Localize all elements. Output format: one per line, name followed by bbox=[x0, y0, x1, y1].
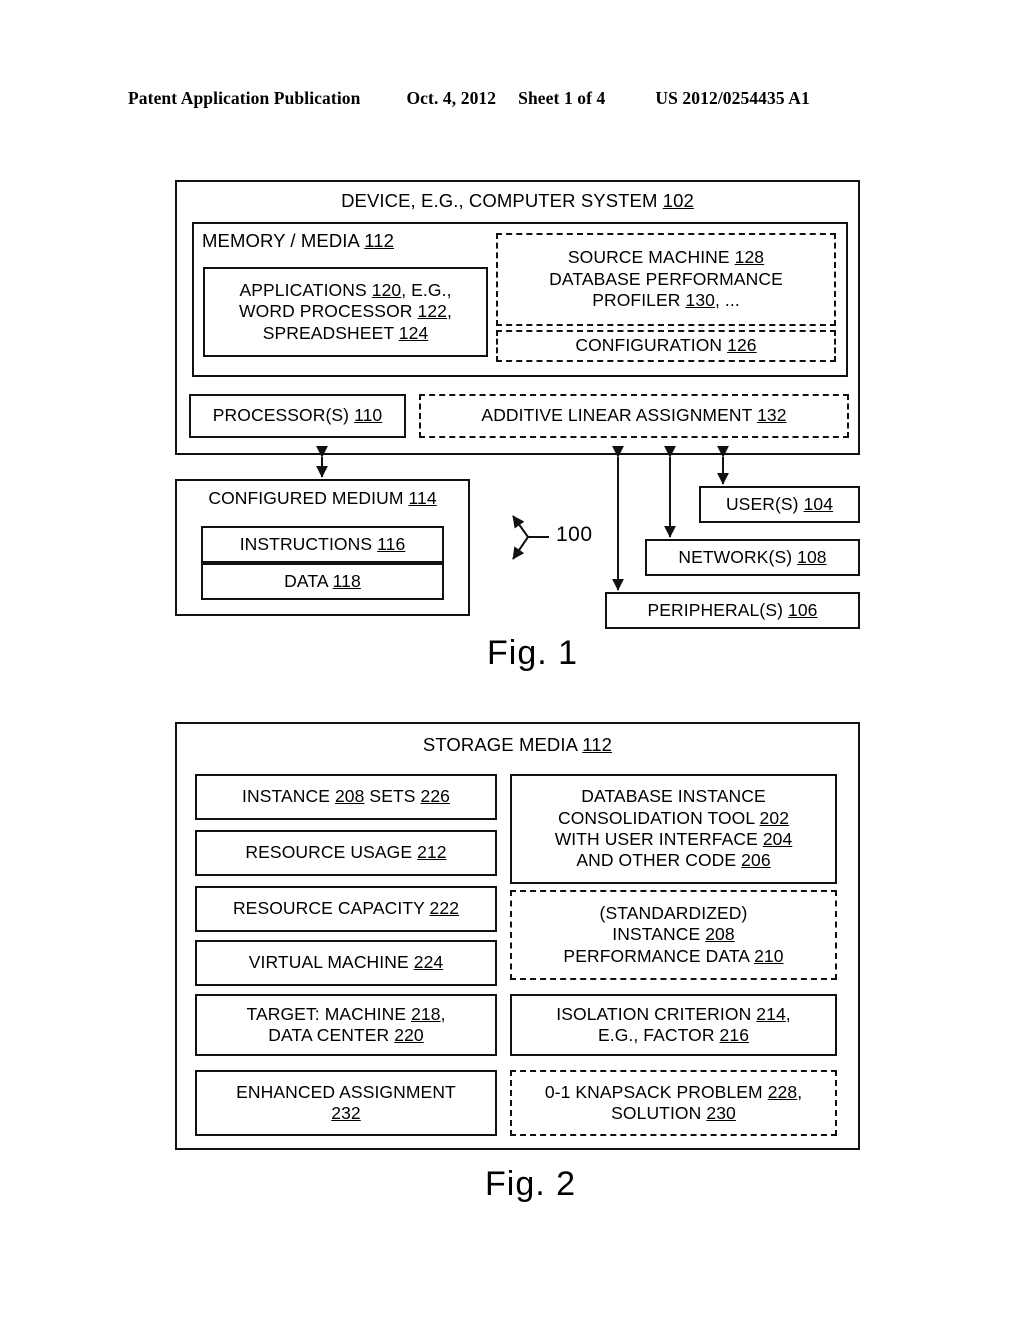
fig1-source-machine-line3: PROFILER 130, ... bbox=[592, 290, 740, 311]
fig1-memory-media-label-text: MEMORY / MEDIA bbox=[202, 230, 365, 251]
header-date: Oct. 4, 2012 bbox=[406, 88, 497, 108]
fig1-additive-linear-assignment-box: ADDITIVE LINEAR ASSIGNMENT 132 bbox=[419, 394, 849, 438]
fig2-virtual-machine-box: VIRTUAL MACHINE 224 bbox=[195, 940, 497, 986]
fig2-instance-performance-line3: PERFORMANCE DATA 210 bbox=[563, 945, 784, 966]
fig2-enhanced-assignment-line1: ENHANCED ASSIGNMENT bbox=[236, 1081, 456, 1102]
fig2-knapsack-problem-box: 0-1 KNAPSACK PROBLEM 228, SOLUTION 230 bbox=[510, 1070, 837, 1136]
fig2-target-line1: TARGET: MACHINE 218, bbox=[246, 1003, 446, 1024]
fig2-enhanced-assignment-box: ENHANCED ASSIGNMENT 232 bbox=[195, 1070, 497, 1136]
fig2-consolidation-tool-line3: WITH USER INTERFACE 204 bbox=[554, 829, 793, 849]
header-patent-number: US 2012/0254435 A1 bbox=[655, 88, 810, 108]
fig2-resource-usage-label: RESOURCE USAGE 212 bbox=[245, 842, 447, 863]
fig2-storage-media-title: STORAGE MEDIA 112 bbox=[423, 734, 612, 757]
fig1-source-machine-line1: SOURCE MACHINE 128 bbox=[567, 247, 765, 268]
fig2-target-box: TARGET: MACHINE 218, DATA CENTER 220 bbox=[195, 994, 497, 1056]
fig2-knapsack-problem-line1: 0-1 KNAPSACK PROBLEM 228, bbox=[544, 1081, 803, 1102]
fig2-isolation-criterion-box: ISOLATION CRITERION 214, E.G., FACTOR 21… bbox=[510, 994, 837, 1056]
fig1-users-box: USER(S) 104 bbox=[699, 486, 860, 523]
fig1-processors-box: PROCESSOR(S) 110 bbox=[189, 394, 406, 438]
fig1-device-title-text: DEVICE, E.G., COMPUTER SYSTEM bbox=[341, 190, 663, 211]
header-publication-title: Patent Application Publication bbox=[128, 88, 361, 108]
fig2-instance-performance-line1: (STANDARDIZED) bbox=[599, 902, 748, 923]
fig2-instance-performance-line2: INSTANCE 208 bbox=[612, 924, 735, 945]
fig1-configuration-label: CONFIGURATION 126 bbox=[575, 335, 757, 356]
fig1-users-label: USER(S) 104 bbox=[725, 493, 834, 514]
fig2-storage-media-title-text: STORAGE MEDIA bbox=[422, 734, 583, 755]
fig2-instance-performance-data-box: (STANDARDIZED) INSTANCE 208 PERFORMANCE … bbox=[510, 890, 837, 980]
fig2-consolidation-tool-line2: CONSOLIDATION TOOL 202 bbox=[557, 807, 790, 828]
fig1-system-reference-100: 100 bbox=[556, 523, 593, 546]
fig2-consolidation-tool-box: DATABASE INSTANCE CONSOLIDATION TOOL 202… bbox=[510, 774, 837, 884]
fig2-resource-capacity-box: RESOURCE CAPACITY 222 bbox=[195, 886, 497, 932]
fig2-caption: Fig. 2 bbox=[485, 1165, 577, 1203]
fig1-networks-box: NETWORK(S) 108 bbox=[645, 539, 860, 576]
fig2-consolidation-tool-line1: DATABASE INSTANCE bbox=[581, 786, 766, 807]
fig2-virtual-machine-label: VIRTUAL MACHINE 224 bbox=[248, 952, 444, 973]
fig1-source-machine-box: SOURCE MACHINE 128 DATABASE PERFORMANCE … bbox=[496, 233, 836, 326]
fig1-networks-label: NETWORK(S) 108 bbox=[678, 546, 827, 567]
fig1-peripherals-box: PERIPHERAL(S) 106 bbox=[605, 592, 860, 629]
fig1-memory-media-label-ref: 112 bbox=[364, 230, 395, 251]
header-sheet-number: Sheet 1 of 4 bbox=[518, 88, 606, 108]
fig1-applications-line1: APPLICATIONS 120, E.G., bbox=[239, 279, 452, 300]
fig1-caption: Fig. 1 bbox=[487, 634, 579, 672]
fig2-isolation-criterion-line2: E.G., FACTOR 216 bbox=[597, 1025, 750, 1045]
fig1-applications-line3: SPREADSHEET 124 bbox=[262, 322, 429, 343]
fig2-instance-sets-label: INSTANCE 208 SETS 226 bbox=[242, 786, 450, 807]
fig1-configured-medium-label: CONFIGURED MEDIUM 114 bbox=[208, 488, 437, 508]
fig2-enhanced-assignment-line2: 232 bbox=[331, 1103, 361, 1123]
fig2-isolation-criterion-line1: ISOLATION CRITERION 214, bbox=[556, 1003, 791, 1024]
fig1-applications-box: APPLICATIONS 120, E.G., WORD PROCESSOR 1… bbox=[203, 267, 488, 357]
fig1-processors-label: PROCESSOR(S) 110 bbox=[212, 405, 383, 426]
fig2-resource-capacity-label: RESOURCE CAPACITY 222 bbox=[232, 898, 460, 919]
fig2-consolidation-tool-line4: AND OTHER CODE 206 bbox=[576, 850, 771, 871]
page-header: Patent Application Publication Oct. 4, 2… bbox=[128, 88, 896, 109]
fig1-data-label: DATA 118 bbox=[284, 570, 361, 591]
fig2-storage-media-title-ref: 112 bbox=[582, 734, 613, 755]
fig2-instance-sets-box: INSTANCE 208 SETS 226 bbox=[195, 774, 497, 820]
fig1-device-title-ref: 102 bbox=[662, 190, 694, 211]
fig1-data-box: DATA 118 bbox=[201, 563, 444, 600]
fig1-peripherals-label: PERIPHERAL(S) 106 bbox=[647, 599, 818, 620]
fig1-instructions-box: INSTRUCTIONS 116 bbox=[201, 526, 444, 563]
fig1-additive-linear-assignment-label: ADDITIVE LINEAR ASSIGNMENT 132 bbox=[481, 405, 787, 426]
leader-100-bracket bbox=[512, 515, 549, 560]
fig2-target-line2: DATA CENTER 220 bbox=[268, 1025, 424, 1045]
fig1-instructions-label: INSTRUCTIONS 116 bbox=[239, 533, 406, 554]
fig1-device-title: DEVICE, E.G., COMPUTER SYSTEM 102 bbox=[341, 190, 694, 213]
fig2-resource-usage-box: RESOURCE USAGE 212 bbox=[195, 830, 497, 876]
fig1-configuration-box: CONFIGURATION 126 bbox=[496, 330, 836, 362]
fig1-memory-media-label: MEMORY / MEDIA 112 bbox=[202, 230, 394, 253]
fig1-source-machine-line2: DATABASE PERFORMANCE bbox=[549, 268, 783, 289]
fig2-knapsack-problem-line2: SOLUTION 230 bbox=[611, 1103, 736, 1123]
fig1-applications-line2: WORD PROCESSOR 122, bbox=[239, 301, 452, 322]
